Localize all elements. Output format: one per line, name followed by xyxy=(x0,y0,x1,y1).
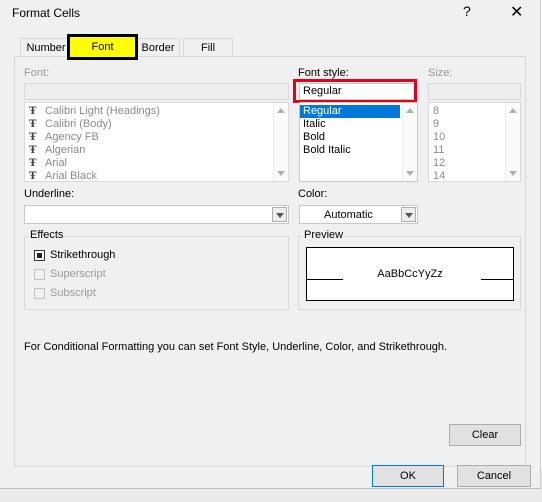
font-style-label: Font style: xyxy=(298,67,349,79)
strikethrough-label[interactable]: Strikethrough xyxy=(50,249,115,261)
tab-number[interactable]: Number xyxy=(20,38,72,57)
chevron-down-icon xyxy=(276,213,284,218)
size-item: 9 xyxy=(433,118,440,130)
subscript-label: Subscript xyxy=(50,287,96,299)
size-item: 12 xyxy=(433,157,446,169)
truetype-font-icon: Ŧ xyxy=(29,171,37,182)
conditional-formatting-note: For Conditional Formatting you can set F… xyxy=(24,341,448,353)
scroll-down-icon xyxy=(277,171,285,176)
size-list-scrollbar xyxy=(505,103,520,181)
preview-legend: Preview xyxy=(302,229,346,241)
truetype-font-icon: Ŧ xyxy=(29,145,37,156)
tab-border[interactable]: Border xyxy=(136,38,180,57)
checkbox-indeterminate-mark xyxy=(37,253,42,258)
strikethrough-checkbox[interactable] xyxy=(34,250,45,261)
size-item: 11 xyxy=(433,144,445,156)
font-item-algerian: Algerian xyxy=(45,144,86,156)
scroll-up-icon xyxy=(509,108,517,113)
scroll-down-icon xyxy=(509,171,517,176)
tab-fill[interactable]: Fill xyxy=(183,38,233,57)
annotation-highlight-box xyxy=(293,79,417,103)
font-input xyxy=(24,83,289,100)
scroll-up-icon xyxy=(277,108,285,113)
scroll-up-icon[interactable] xyxy=(406,108,414,113)
size-item: 10 xyxy=(433,131,446,143)
clear-button[interactable]: Clear xyxy=(449,424,521,446)
font-style-item-bold[interactable]: Bold xyxy=(303,131,325,143)
font-list: Ŧ Calibri Light (Headings) Ŧ Calibri (Bo… xyxy=(24,102,289,182)
color-value: Automatic xyxy=(324,209,373,221)
font-list-scrollbar xyxy=(273,103,288,181)
font-item-calibri-light: Calibri Light (Headings) xyxy=(45,105,160,117)
truetype-font-icon: Ŧ xyxy=(29,158,37,169)
font-style-item-regular[interactable]: Regular xyxy=(303,105,342,117)
superscript-checkbox xyxy=(34,269,45,280)
preview-baseline-right xyxy=(481,279,513,280)
cancel-button[interactable]: Cancel xyxy=(457,465,531,487)
color-dropdown-button[interactable] xyxy=(401,207,416,222)
size-item: 14 xyxy=(433,170,446,182)
preview-box: AaBbCcYyZz xyxy=(306,247,514,301)
underline-label: Underline: xyxy=(24,188,75,200)
size-label: Size: xyxy=(428,67,453,79)
font-style-item-bold-italic[interactable]: Bold Italic xyxy=(303,144,351,156)
subscript-checkbox xyxy=(34,288,45,299)
size-list: 8 9 10 11 12 14 xyxy=(428,102,521,182)
font-style-item-italic[interactable]: Italic xyxy=(303,118,326,130)
font-style-list-scrollbar[interactable] xyxy=(402,103,417,181)
scroll-down-icon[interactable] xyxy=(406,171,414,176)
dialog-title: Format Cells xyxy=(12,6,81,20)
tab-font[interactable]: Font xyxy=(67,34,138,60)
truetype-font-icon: Ŧ xyxy=(29,132,37,143)
superscript-label: Superscript xyxy=(50,268,106,280)
ok-button[interactable]: OK xyxy=(372,465,444,487)
font-item-arial-black: Arial Black xyxy=(45,170,97,182)
format-cells-dialog: Format Cells ? ✕ Number Border Fill Font… xyxy=(0,0,541,489)
font-item-arial: Arial xyxy=(45,157,68,169)
truetype-font-icon: Ŧ xyxy=(29,119,37,130)
effects-legend: Effects xyxy=(28,229,66,241)
size-input xyxy=(428,83,521,100)
font-style-list[interactable]: Regular Italic Bold Bold Italic xyxy=(299,102,418,182)
color-picker[interactable]: Automatic xyxy=(299,205,418,224)
help-button[interactable]: ? xyxy=(463,3,471,19)
size-item: 8 xyxy=(433,105,440,117)
font-item-calibri-body: Calibri (Body) xyxy=(45,118,112,130)
underline-select[interactable] xyxy=(24,205,289,224)
underline-dropdown-button[interactable] xyxy=(272,207,287,222)
chevron-down-icon xyxy=(405,213,413,218)
truetype-font-icon: Ŧ xyxy=(29,106,37,117)
close-button[interactable]: ✕ xyxy=(510,2,523,22)
font-item-agency-fb: Agency FB xyxy=(45,131,99,143)
font-label: Font: xyxy=(24,67,50,79)
color-label: Color: xyxy=(298,188,328,200)
